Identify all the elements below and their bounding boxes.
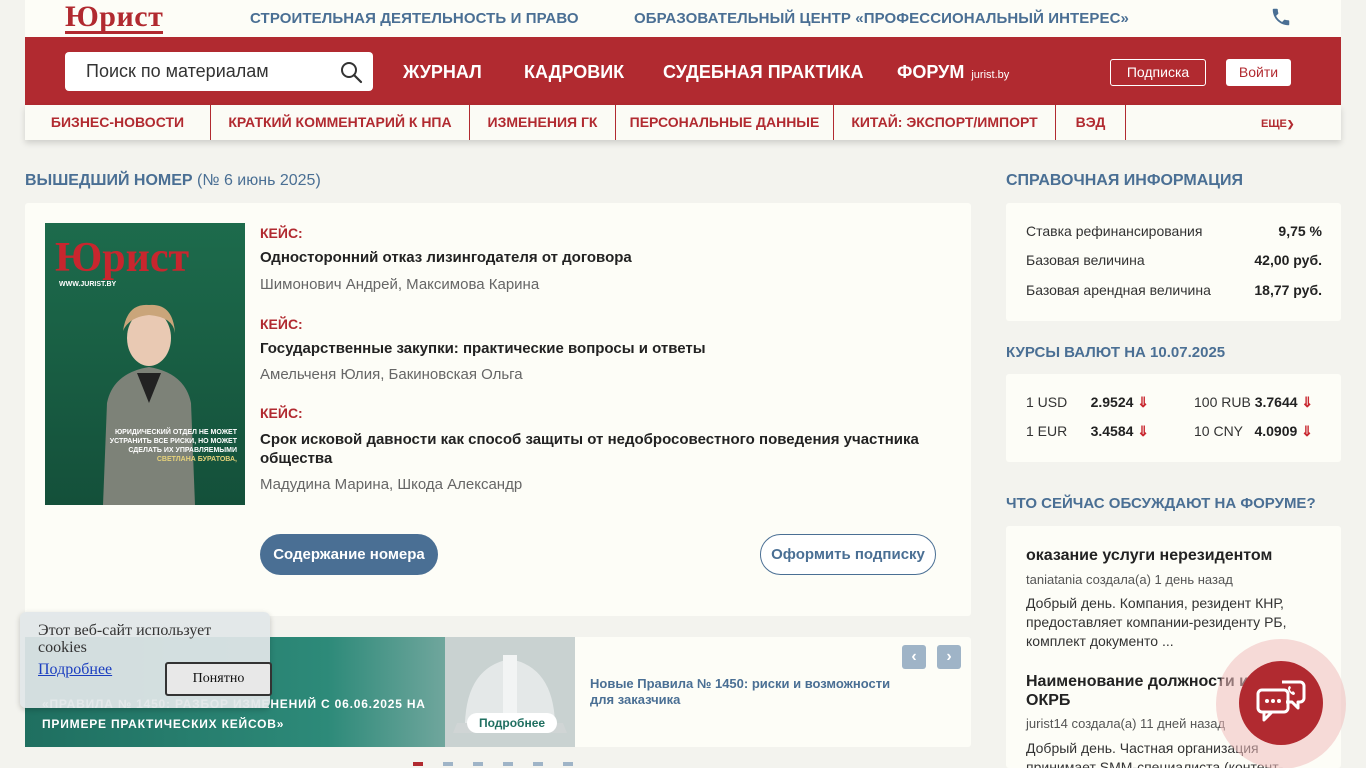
carousel-dot[interactable] <box>443 762 453 766</box>
nav-journal[interactable]: ЖУРНАЛ <box>403 62 482 83</box>
rate-value: 2.9524 <box>1090 394 1134 410</box>
cookie-more-link[interactable]: Подробнее <box>38 661 112 679</box>
case-label: КЕЙС: <box>260 405 303 421</box>
nav-hr[interactable]: КАДРОВИК <box>524 62 624 83</box>
rate-label: 10 CNY <box>1194 423 1243 439</box>
arrow-down-icon: ⇓ <box>1301 394 1314 410</box>
reference-value: 18,77 руб. <box>1254 282 1322 298</box>
rates-title: КУРСЫ ВАЛЮТ НА 10.07.2025 <box>1006 344 1226 361</box>
rate-label: 1 EUR <box>1026 423 1068 439</box>
reference-value: 42,00 руб. <box>1254 252 1322 268</box>
issue-cover[interactable]: Юрист WWW.JURIST.BY ЮРИДИЧЕСКИЙ ОТДЕЛ НЕ… <box>45 223 245 505</box>
banner-more-button[interactable]: Подробнее <box>467 713 557 733</box>
rate-label: 100 RUB <box>1194 394 1251 410</box>
carousel-dot[interactable] <box>563 762 573 766</box>
nav-court-practice[interactable]: СУДЕБНАЯ ПРАКТИКА <box>663 62 863 83</box>
site-logo[interactable]: Юрист <box>65 2 164 34</box>
top-strip: Юрист СТРОИТЕЛЬНАЯ ДЕЯТЕЛЬНОСТЬ И ПРАВО … <box>25 0 1341 37</box>
case-authors: Мадудина Марина, Шкода Александр <box>260 476 523 493</box>
reference-row: Базовая арендная величина 18,77 руб. <box>1026 282 1322 298</box>
issue-heading: ВЫШЕДШИЙ НОМЕР <box>25 172 193 189</box>
reference-label: Базовая величина <box>1026 252 1145 268</box>
rate-value: 3.7644 <box>1254 394 1298 410</box>
nav-forum-domain: jurist.by <box>971 69 1010 81</box>
issue-number: (№ 6 июнь 2025) <box>197 172 321 189</box>
case-title-limitation[interactable]: Срок исковой давности как способ защиты … <box>260 430 950 468</box>
rate-rub: 100 RUB 3.7644 ⇓ <box>1194 394 1313 411</box>
rate-value: 4.0909 <box>1254 423 1298 439</box>
category-npa-comment[interactable]: КРАТКИЙ КОММЕНТАРИЙ К НПА <box>211 105 470 140</box>
category-personal-data[interactable]: ПЕРСОНАЛЬНЫЕ ДАННЫЕ <box>616 105 834 140</box>
reference-title: СПРАВОЧНАЯ ИНФОРМАЦИЯ <box>1006 172 1243 189</box>
reference-label: Ставка рефинансирования <box>1026 223 1203 239</box>
carousel-dot[interactable] <box>533 762 543 766</box>
carousel-dot[interactable] <box>473 762 483 766</box>
rate-usd: 1 USD 2.9524 ⇓ <box>1026 394 1149 411</box>
arrow-down-icon: ⇓ <box>1137 394 1150 410</box>
case-label: КЕЙС: <box>260 225 303 241</box>
cover-person-name: СВЕТЛАНА БУРАТОВА, <box>156 456 237 463</box>
rate-value: 3.4584 <box>1090 423 1134 439</box>
issue-contents-button[interactable]: Содержание номера <box>260 534 438 575</box>
cover-site: WWW.JURIST.BY <box>59 281 117 288</box>
cookie-text: Этот веб-сайт использует cookies <box>38 622 212 656</box>
reference-row: Ставка рефинансирования 9,75 % <box>1026 223 1322 239</box>
main-header: ЖУРНАЛ КАДРОВИК СУДЕБНАЯ ПРАКТИКА ФОРУМ … <box>25 37 1341 105</box>
category-gk-changes[interactable]: ИЗМЕНЕНИЯ ГК <box>470 105 616 140</box>
reference-row: Базовая величина 42,00 руб. <box>1026 252 1322 268</box>
arrow-down-icon: ⇓ <box>1137 423 1150 439</box>
more-label: ЕЩЕ <box>1261 118 1287 130</box>
cover-headline: ЮРИДИЧЕСКИЙ ОТДЕЛ НЕ МОЖЕТ УСТРАНИТЬ ВСЕ… <box>109 429 237 454</box>
cookie-banner: Этот веб-сайт использует cookies Подробн… <box>20 612 272 708</box>
top-link-education-center[interactable]: ОБРАЗОВАТЕЛЬНЫЙ ЦЕНТР «ПРОФЕССИОНАЛЬНЫЙ … <box>634 10 1129 27</box>
reference-label: Базовая арендная величина <box>1026 282 1211 298</box>
chevron-down-icon: ❯ <box>1286 119 1295 129</box>
case-authors: Амельченя Юлия, Бакиновская Ольга <box>260 366 523 383</box>
top-link-construction[interactable]: СТРОИТЕЛЬНАЯ ДЕЯТЕЛЬНОСТЬ И ПРАВО <box>250 10 579 27</box>
cover-portrait <box>103 304 195 505</box>
category-china-trade[interactable]: КИТАЙ: ЭКСПОРТ/ИМПОРТ <box>834 105 1056 140</box>
search-icon[interactable] <box>339 60 363 84</box>
banner-caption[interactable]: Новые Правила № 1450: риски и возможност… <box>590 676 910 708</box>
chat-icon[interactable] <box>1254 676 1308 730</box>
phone-icon[interactable] <box>1270 6 1292 28</box>
forum-topic-meta: jurist14 создала(а) 11 дней назад <box>1026 716 1226 731</box>
case-title-procurement[interactable]: Государственные закупки: практические во… <box>260 339 950 358</box>
banner-next-button[interactable]: › <box>937 645 961 669</box>
nav-forum[interactable]: ФОРУМ jurist.by <box>897 62 1009 83</box>
subscription-button[interactable]: Подписка <box>1110 59 1206 86</box>
more-categories-button[interactable]: ЕЩЕ❯ <box>1261 118 1294 130</box>
category-business-news[interactable]: БИЗНЕС-НОВОСТИ <box>25 105 211 140</box>
case-label: КЕЙС: <box>260 316 303 332</box>
case-title-leasing[interactable]: Односторонний отказ лизингодателя от дог… <box>260 248 950 267</box>
cookie-accept-button[interactable]: Понятно <box>165 662 272 696</box>
nav-forum-label: ФОРУМ <box>897 62 965 82</box>
carousel-dot[interactable] <box>503 762 513 766</box>
rate-cny: 10 CNY 4.0909 ⇓ <box>1194 423 1313 440</box>
carousel-dot[interactable] <box>413 762 423 766</box>
case-authors: Шимонович Андрей, Максимова Карина <box>260 276 540 293</box>
rates-card <box>1006 374 1341 462</box>
rate-label: 1 USD <box>1026 394 1068 410</box>
forum-section-title: ЧТО СЕЙЧАС ОБСУЖДАЮТ НА ФОРУМЕ? <box>1006 495 1316 512</box>
login-button[interactable]: Войти <box>1226 59 1291 86</box>
search-box <box>65 52 373 91</box>
cover-logo: Юрист <box>55 235 190 281</box>
arrow-down-icon: ⇓ <box>1301 423 1313 439</box>
forum-topic-title[interactable]: оказание услуги нерезидентом <box>1026 546 1326 565</box>
rate-eur: 1 EUR 3.4584 ⇓ <box>1026 423 1149 440</box>
forum-topic-meta: taniatania создала(а) 1 день назад <box>1026 572 1233 587</box>
category-ved[interactable]: ВЭД <box>1056 105 1126 140</box>
category-nav: БИЗНЕС-НОВОСТИ КРАТКИЙ КОММЕНТАРИЙ К НПА… <box>25 105 1341 140</box>
reference-value: 9,75 % <box>1278 223 1322 239</box>
banner-prev-button[interactable]: ‹ <box>902 645 926 669</box>
search-input[interactable] <box>65 52 335 91</box>
subscribe-button[interactable]: Оформить подписку <box>760 534 936 575</box>
cover-caption: ЮРИДИЧЕСКИЙ ОТДЕЛ НЕ МОЖЕТ УСТРАНИТЬ ВСЕ… <box>97 428 237 464</box>
issue-section-title: ВЫШЕДШИЙ НОМЕР (№ 6 июнь 2025) <box>25 172 321 190</box>
